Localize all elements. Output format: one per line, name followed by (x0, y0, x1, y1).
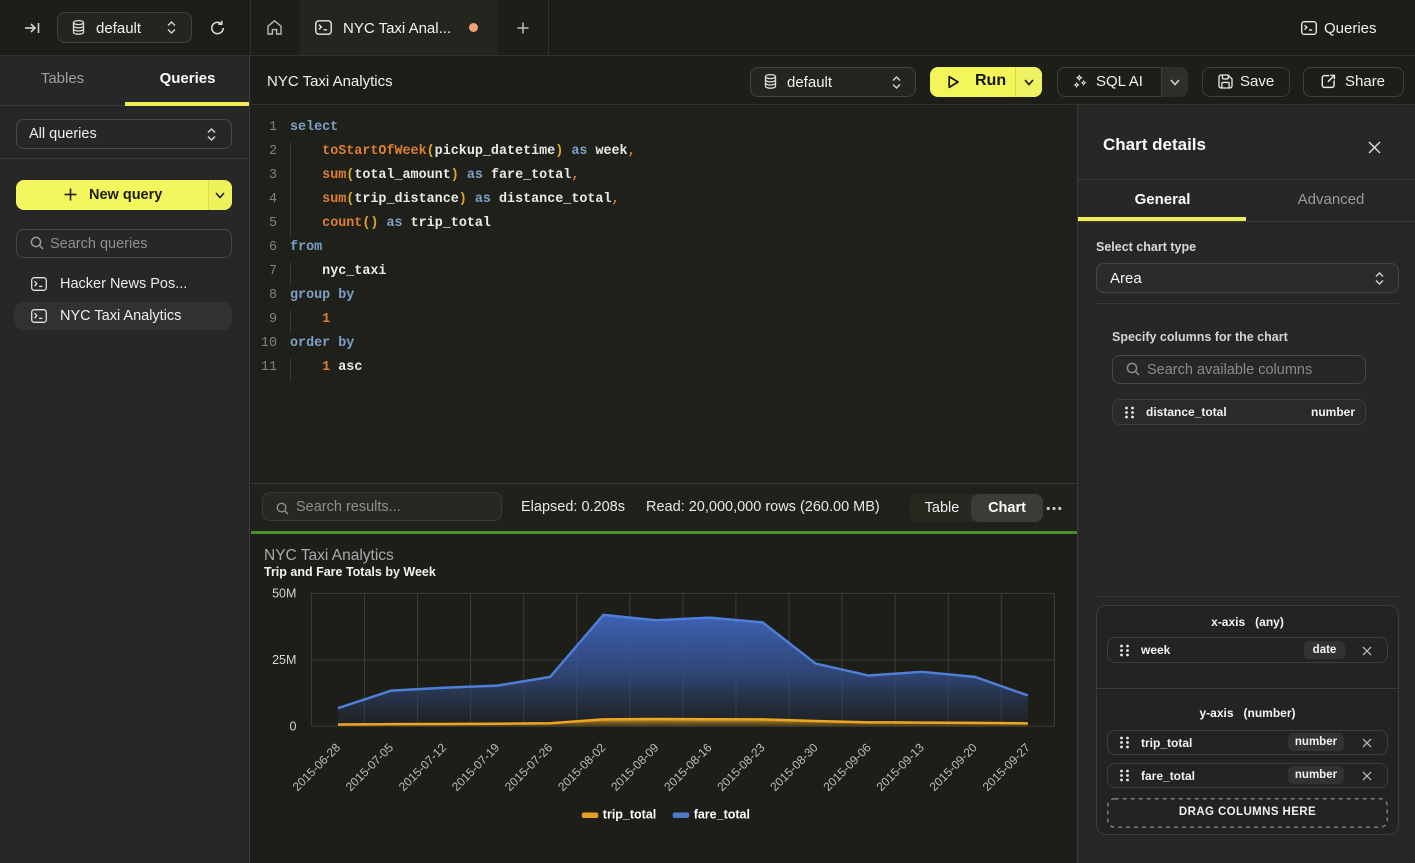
svg-text:2015-08-02: 2015-08-02 (555, 740, 609, 794)
svg-text:2015-09-27: 2015-09-27 (980, 740, 1034, 794)
svg-text:2015-07-19: 2015-07-19 (449, 740, 503, 794)
svg-text:fare_total: fare_total (694, 808, 750, 822)
svg-text:2015-08-09: 2015-08-09 (608, 740, 662, 794)
svg-text:2015-09-13: 2015-09-13 (874, 740, 928, 794)
svg-text:0: 0 (289, 719, 296, 733)
svg-text:2015-08-23: 2015-08-23 (714, 740, 768, 794)
svg-text:2015-06-28: 2015-06-28 (290, 740, 344, 794)
svg-text:2015-08-30: 2015-08-30 (767, 740, 821, 794)
svg-text:2015-07-26: 2015-07-26 (502, 740, 556, 794)
svg-text:2015-07-05: 2015-07-05 (343, 740, 397, 794)
svg-text:2015-07-12: 2015-07-12 (396, 740, 450, 794)
svg-text:2015-09-20: 2015-09-20 (927, 740, 981, 794)
svg-text:2015-08-16: 2015-08-16 (661, 740, 715, 794)
svg-text:25M: 25M (272, 653, 296, 667)
svg-text:trip_total: trip_total (603, 808, 656, 822)
svg-text:50M: 50M (272, 586, 296, 600)
svg-text:2015-09-06: 2015-09-06 (820, 740, 874, 794)
